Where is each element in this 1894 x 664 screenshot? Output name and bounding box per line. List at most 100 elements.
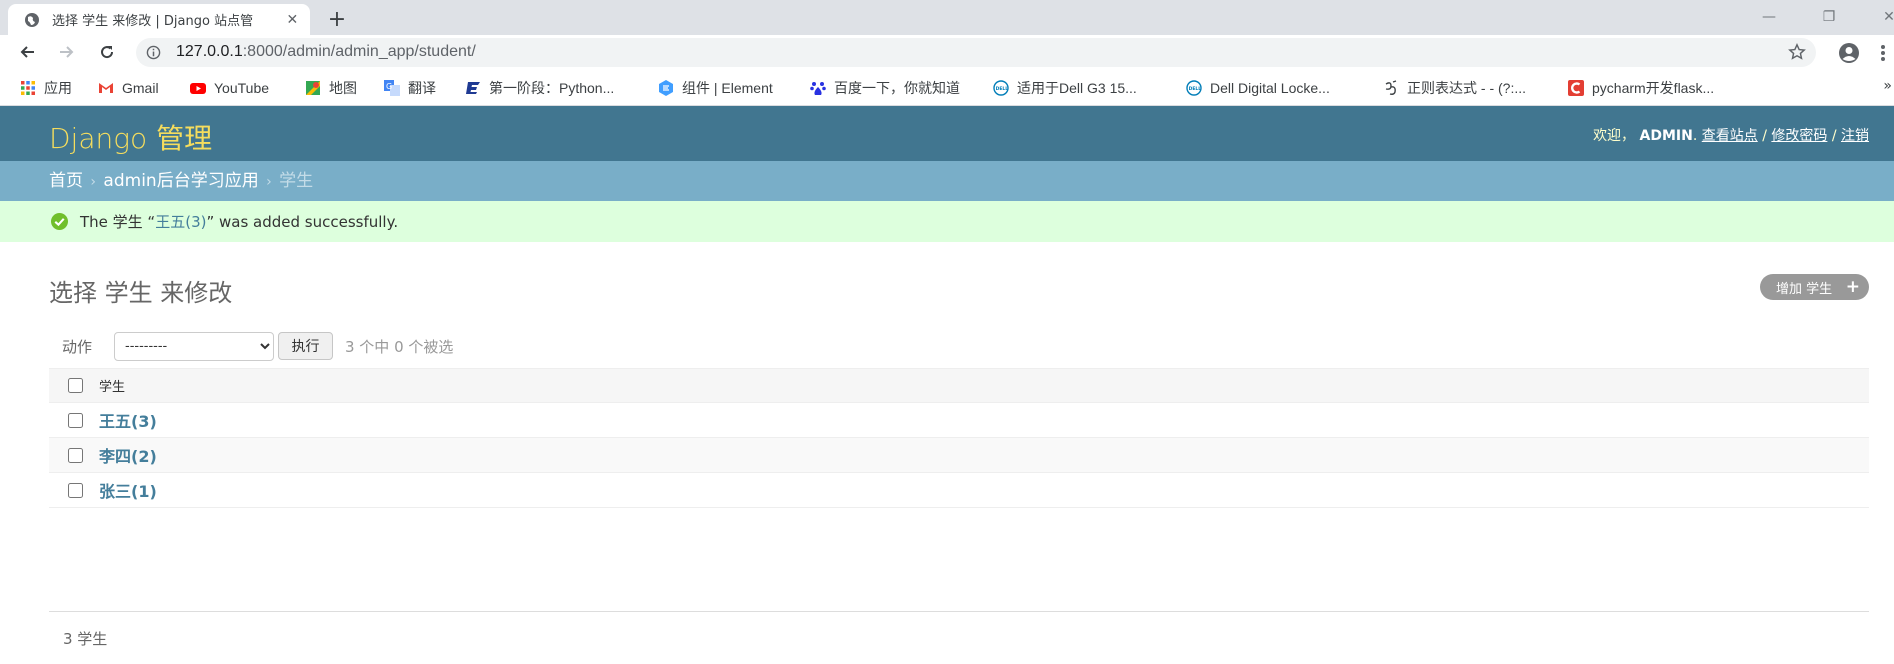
bookmark-label: 地图	[329, 80, 357, 96]
message-text: The 学生 “王五(3)” was added successfully.	[80, 213, 399, 231]
kebab-menu-icon[interactable]	[1880, 44, 1886, 62]
go-button[interactable]: 执行	[278, 332, 333, 360]
bookmark-e-icon	[466, 82, 480, 94]
user-tools: 欢迎， ADMIN. 查看站点 / 修改密码 / 注销	[1593, 125, 1869, 145]
bookmark-element[interactable]: 组件 | Element	[658, 78, 773, 98]
student-link[interactable]: 李四(2)	[99, 447, 157, 466]
bookmark-regex[interactable]: 正则表达式 - - (?:...	[1383, 78, 1526, 98]
address-bar[interactable]: 127.0.0.1:8000/admin/admin_app/student/	[136, 38, 1816, 67]
gmail-icon	[99, 83, 113, 93]
bookmark-label: 组件 | Element	[682, 80, 773, 96]
tab-close-icon[interactable]: ✕	[285, 12, 300, 28]
row-cell: 张三(1)	[99, 472, 1869, 508]
translate-icon: G	[384, 80, 400, 96]
new-tab-button[interactable]: +	[324, 8, 350, 34]
breadcrumb-app[interactable]: admin后台学习应用	[103, 171, 258, 191]
reload-button[interactable]	[94, 39, 120, 65]
globe-icon	[25, 12, 39, 27]
bookmark-dell-g3[interactable]: DELL 适用于Dell G3 15...	[993, 78, 1137, 98]
svg-text:DELL: DELL	[996, 86, 1009, 92]
action-select[interactable]: ---------	[114, 331, 274, 361]
bookmark-star-icon[interactable]	[1788, 43, 1806, 61]
bookmarks-bar: 应用 Gmail YouTube 地图 G 翻译 第一阶段：Python...	[0, 69, 1894, 106]
username: ADMIN	[1639, 128, 1693, 144]
action-label: 动作	[62, 337, 93, 356]
tab-title: 选择 学生 来修改 | Django 站点管	[52, 14, 254, 29]
info-icon[interactable]	[146, 45, 161, 60]
row-cell: 王五(3)	[99, 402, 1869, 438]
slash-separator: /	[1762, 128, 1767, 144]
browser-toolbar: 127.0.0.1:8000/admin/admin_app/student/	[0, 35, 1894, 69]
back-button[interactable]	[14, 39, 40, 65]
bookmark-label: 正则表达式 - - (?:...	[1407, 80, 1526, 96]
bookmark-baidu[interactable]: 百度一下，你就知道	[810, 78, 960, 98]
bookmark-maps[interactable]: 地图	[305, 78, 357, 98]
profile-avatar-icon[interactable]	[1838, 42, 1860, 64]
results-divider	[49, 611, 1869, 612]
row-checkbox-cell	[49, 402, 99, 438]
django-header: Django 管理 欢迎， ADMIN. 查看站点 / 修改密码 / 注销	[0, 106, 1894, 161]
bookmark-pycharm[interactable]: pycharm开发flask...	[1568, 78, 1714, 98]
bookmark-apps[interactable]: 应用	[20, 78, 72, 98]
plus-icon: +	[1845, 277, 1860, 297]
url-text: 127.0.0.1:8000/admin/admin_app/student/	[176, 43, 476, 60]
dot-separator: .	[1692, 128, 1698, 144]
restore-icon[interactable]: ❐	[1812, 6, 1846, 28]
results-table: 学生 王五(3) 李四(2) 张三(1)	[49, 368, 1869, 508]
browser-tab-strip: 选择 学生 来修改 | Django 站点管 ✕ + — ❐ ✕	[0, 0, 1894, 35]
bookmark-label: 百度一下，你就知道	[834, 80, 960, 96]
select-all-cell	[49, 368, 99, 403]
row-checkbox[interactable]	[67, 483, 83, 498]
welcome-text: 欢迎，	[1593, 128, 1636, 144]
site-branding[interactable]: Django 管理	[49, 117, 212, 157]
view-site-link[interactable]: 查看站点	[1702, 128, 1758, 144]
change-password-link[interactable]: 修改密码	[1771, 128, 1827, 144]
row-checkbox-cell	[49, 472, 99, 508]
bookmark-label: pycharm开发flask...	[1592, 80, 1715, 96]
student-link[interactable]: 张三(1)	[99, 482, 157, 501]
table-header-row: 学生	[49, 368, 1869, 403]
dell-icon: DELL	[1186, 80, 1202, 96]
breadcrumb-home[interactable]: 首页	[49, 171, 83, 191]
table-row: 张三(1)	[49, 472, 1869, 508]
paginator: 3 学生	[63, 630, 108, 648]
selection-counter: 3 个中 0 个被选	[345, 337, 454, 356]
breadcrumb-separator: ›	[90, 174, 97, 190]
add-button-label: 增加 学生	[1776, 281, 1833, 297]
row-checkbox[interactable]	[67, 413, 83, 428]
bookmark-python[interactable]: 第一阶段：Python...	[465, 78, 614, 98]
row-cell: 李四(2)	[99, 437, 1869, 473]
browser-tab[interactable]: 选择 学生 来修改 | Django 站点管 ✕	[8, 4, 310, 35]
csdn-icon	[1568, 80, 1584, 96]
slash-separator: /	[1831, 128, 1837, 144]
dell-icon: DELL	[993, 80, 1009, 96]
bookmark-label: 第一阶段：Python...	[489, 80, 615, 96]
forward-button[interactable]	[54, 39, 80, 65]
reload-icon	[101, 46, 114, 59]
select-all-checkbox[interactable]	[67, 378, 83, 393]
bookmarks-overflow-button[interactable]: »	[1883, 78, 1892, 94]
logout-link[interactable]: 注销	[1841, 128, 1869, 144]
bookmark-label: Dell Digital Locke...	[1210, 80, 1330, 96]
table-row: 李四(2)	[49, 437, 1869, 473]
bookmark-gmail[interactable]: Gmail	[98, 78, 159, 98]
row-checkbox[interactable]	[67, 448, 83, 463]
minimize-icon[interactable]: —	[1752, 6, 1786, 28]
row-checkbox-cell	[49, 437, 99, 473]
youtube-icon	[190, 83, 206, 94]
student-link[interactable]: 王五(3)	[99, 412, 157, 431]
column-header-student[interactable]: 学生	[99, 368, 1869, 403]
message-object-link[interactable]: 王五(3)	[155, 213, 206, 231]
close-window-icon[interactable]: ✕	[1872, 6, 1894, 28]
svg-text:G: G	[386, 82, 392, 91]
bookmark-youtube[interactable]: YouTube	[190, 78, 269, 98]
bookmark-translate[interactable]: G 翻译	[384, 78, 436, 98]
regex-icon	[1385, 80, 1397, 95]
bookmark-dell-locker[interactable]: DELL Dell Digital Locke...	[1186, 78, 1330, 98]
bookmark-label: 翻译	[408, 80, 436, 96]
bookmark-label: Gmail	[122, 80, 159, 96]
table-row: 王五(3)	[49, 402, 1869, 438]
baidu-icon	[810, 82, 826, 95]
add-student-button[interactable]: 增加 学生 +	[1760, 274, 1869, 300]
breadcrumb-separator: ›	[266, 174, 272, 190]
